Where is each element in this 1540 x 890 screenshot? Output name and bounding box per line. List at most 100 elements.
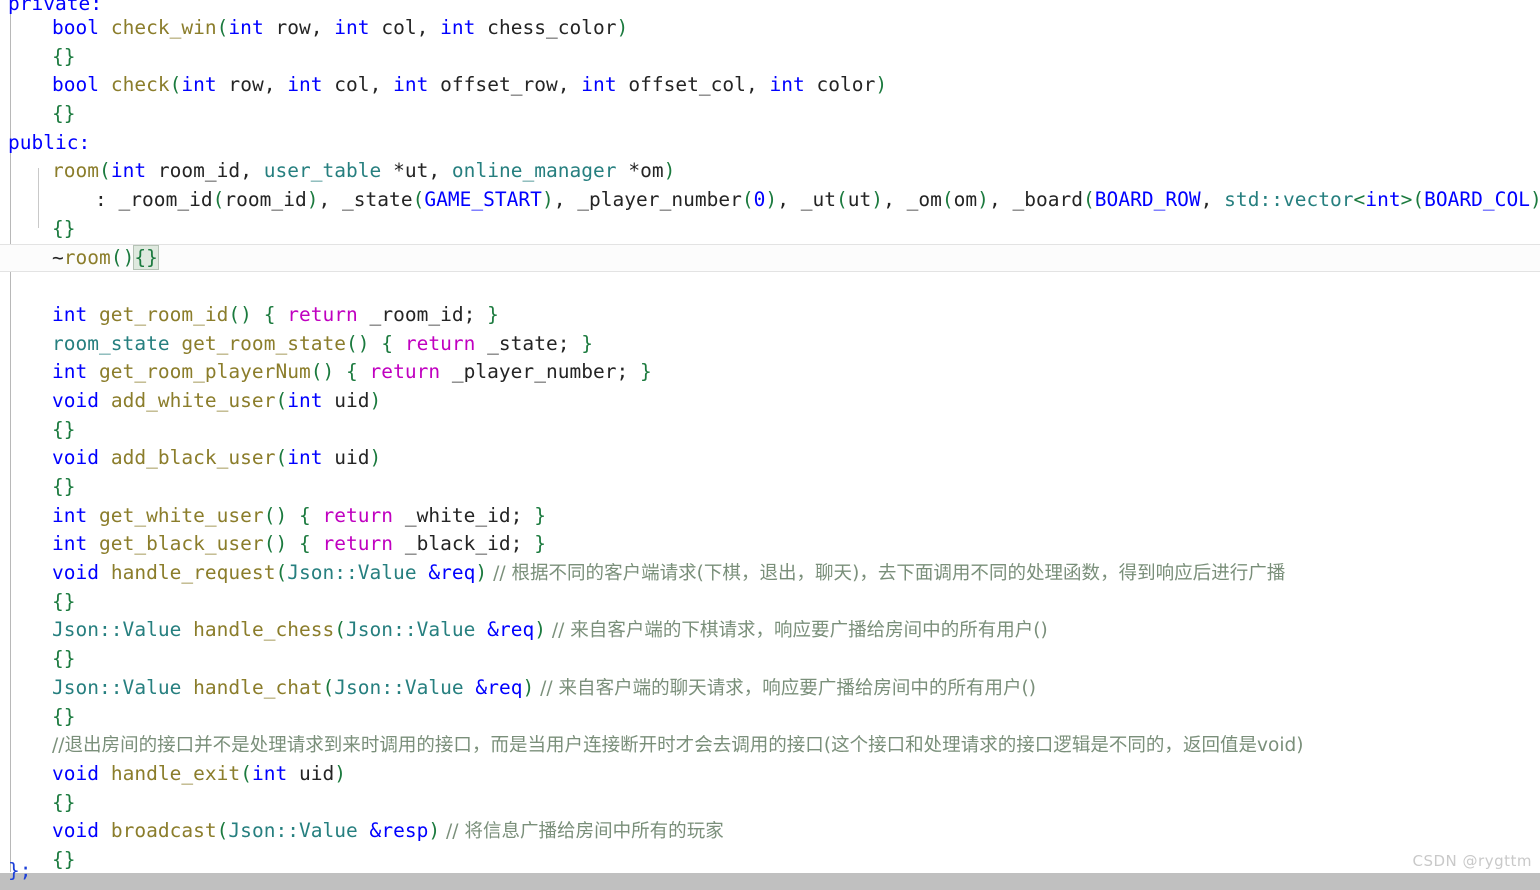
param-req: req bbox=[487, 675, 523, 699]
code-line-get-room-id[interactable]: int get_room_id() { return _room_id; } bbox=[0, 301, 1540, 330]
paren-pair: () bbox=[263, 532, 299, 556]
pointer-star: * bbox=[381, 159, 405, 183]
code-line-empty-body[interactable]: {} bbox=[0, 645, 1540, 674]
code-line-empty-body[interactable]: {} bbox=[0, 703, 1540, 732]
code-line-check-decl[interactable]: bool check(int row, int col, int offset_… bbox=[0, 71, 1540, 100]
code-line-exit-comment[interactable]: //退出房间的接口并不是处理请求到来时调用的接口，而是当用户连接断开时才会去调用… bbox=[0, 731, 1540, 760]
paren-pair: () bbox=[346, 331, 382, 355]
code-line-handle-chess[interactable]: Json::Value handle_chess(Json::Value &re… bbox=[0, 616, 1540, 645]
code-line-broadcast[interactable]: void broadcast(Json::Value &resp) // 将信息… bbox=[0, 817, 1540, 846]
code-line-empty-body[interactable]: {} bbox=[0, 588, 1540, 617]
paren-pair: () bbox=[228, 302, 264, 326]
literal-zero: 0 bbox=[753, 188, 766, 212]
type-int: int bbox=[334, 16, 370, 39]
code-line-add-white-user[interactable]: void add_white_user(int uid) bbox=[0, 387, 1540, 416]
type-void: void bbox=[52, 819, 100, 843]
type-std-vector: std::vector bbox=[1224, 188, 1354, 212]
code-line-get-room-player-num[interactable]: int get_room_playerNum() { return _playe… bbox=[0, 358, 1540, 387]
type-json-value: Json::Value bbox=[52, 675, 182, 699]
comma: , bbox=[988, 188, 1013, 212]
type-void: void bbox=[52, 761, 100, 785]
type-void: void bbox=[52, 388, 100, 412]
comma: , bbox=[745, 73, 770, 97]
param-col: col bbox=[369, 16, 417, 39]
type-int: int bbox=[287, 73, 323, 97]
paren-close: ) bbox=[616, 16, 629, 39]
code-line-add-black-user[interactable]: void add_black_user(int uid) bbox=[0, 444, 1540, 473]
code-line-get-white-user[interactable]: int get_white_user() { return _white_id;… bbox=[0, 502, 1540, 531]
value-om: om bbox=[953, 188, 978, 212]
type-int: int bbox=[110, 159, 147, 183]
code-line-member-init-list[interactable]: : _room_id(room_id), _state(GAME_START),… bbox=[0, 186, 1540, 215]
code-line-handle-request[interactable]: void handle_request(Json::Value &req) //… bbox=[0, 559, 1540, 588]
code-line-get-black-user[interactable]: int get_black_user() { return _black_id;… bbox=[0, 530, 1540, 559]
paren-pair: () bbox=[263, 503, 299, 527]
code-line-empty-body[interactable]: {} bbox=[0, 846, 1540, 875]
type-int: int bbox=[769, 73, 805, 97]
type-json-value: Json::Value bbox=[52, 618, 182, 642]
function-name-handle-exit: handle_exit bbox=[110, 761, 241, 785]
paren-close: ) bbox=[428, 819, 441, 843]
member-player-number: _player_number bbox=[577, 188, 742, 212]
code-line-empty-body[interactable]: {} bbox=[0, 100, 1540, 129]
member-white-id: _white_id bbox=[393, 503, 511, 527]
function-name-get-room-player-num: get_room_playerNum bbox=[99, 360, 311, 384]
paren-open: ( bbox=[275, 388, 288, 412]
code-line-private[interactable]: private: bbox=[0, 0, 1540, 14]
brace-open: { bbox=[263, 302, 288, 326]
code-line-blank[interactable] bbox=[0, 272, 1540, 301]
brace-open: { bbox=[346, 360, 370, 384]
paren-close: ) bbox=[765, 188, 778, 212]
code-line-check-win-decl[interactable]: bool check_win(int row, int col, int che… bbox=[0, 14, 1540, 43]
type-bool: bool bbox=[52, 16, 100, 39]
paren-close: ) bbox=[871, 188, 884, 212]
code-line-empty-body[interactable]: {} bbox=[0, 473, 1540, 502]
paren-open: ( bbox=[212, 188, 225, 212]
paren-open: ( bbox=[216, 819, 229, 843]
reference-ampersand: & bbox=[463, 675, 488, 699]
paren-open: ( bbox=[275, 561, 288, 585]
constructor-name-room: room bbox=[52, 159, 100, 183]
keyword-private: private: bbox=[8, 0, 103, 14]
class-closing-brace: }; bbox=[8, 859, 32, 882]
semicolon: ; bbox=[463, 302, 488, 326]
keyword-return: return bbox=[287, 302, 358, 326]
pointer-star: * bbox=[616, 159, 641, 183]
keyword-return: return bbox=[369, 360, 441, 384]
code-line-destructor-current[interactable]: ~room(){} bbox=[0, 243, 1540, 273]
horizontal-scrollbar[interactable] bbox=[0, 873, 1540, 890]
code-line-handle-exit[interactable]: void handle_exit(int uid) bbox=[0, 760, 1540, 789]
empty-braces: {} bbox=[52, 847, 76, 871]
code-line-get-room-state[interactable]: room_state get_room_state() { return _st… bbox=[0, 330, 1540, 359]
function-name-check: check bbox=[110, 73, 170, 97]
code-line-handle-chat[interactable]: Json::Value handle_chat(Json::Value &req… bbox=[0, 674, 1540, 703]
paren-close: ) bbox=[306, 188, 319, 212]
code-line-public[interactable]: public: bbox=[0, 129, 1540, 158]
value-ut: ut bbox=[847, 188, 872, 212]
comma: , bbox=[428, 159, 452, 183]
semicolon: ; bbox=[510, 532, 535, 556]
brace-close: } bbox=[640, 360, 652, 384]
type-void: void bbox=[52, 561, 100, 585]
code-editor-view[interactable]: private: bool check_win(int row, int col… bbox=[0, 0, 1540, 890]
paren-open: ( bbox=[240, 761, 252, 785]
code-line-empty-body[interactable]: {} bbox=[0, 43, 1540, 72]
type-int: int bbox=[52, 532, 88, 556]
member-black-id: _black_id bbox=[393, 532, 511, 556]
paren-open: ( bbox=[275, 446, 288, 470]
type-json-value: Json::Value bbox=[287, 561, 417, 585]
function-name-broadcast: broadcast bbox=[110, 819, 217, 843]
type-int: int bbox=[581, 73, 617, 97]
code-line-class-close[interactable]: }; bbox=[0, 860, 31, 882]
param-req: req bbox=[440, 561, 476, 585]
paren-close: ) bbox=[534, 618, 546, 642]
semicolon: ; bbox=[616, 360, 641, 384]
code-line-empty-body[interactable]: {} bbox=[0, 215, 1540, 244]
code-line-room-ctor[interactable]: room(int room_id, user_table *ut, online… bbox=[0, 157, 1540, 186]
code-lines-container[interactable]: private: bool check_win(int row, int col… bbox=[0, 0, 1540, 875]
code-line-empty-body[interactable]: {} bbox=[0, 416, 1540, 445]
code-line-empty-body[interactable]: {} bbox=[0, 789, 1540, 818]
paren-close: ) bbox=[522, 675, 535, 699]
destructor-name-room: room bbox=[63, 245, 111, 269]
type-int: int bbox=[52, 360, 88, 384]
